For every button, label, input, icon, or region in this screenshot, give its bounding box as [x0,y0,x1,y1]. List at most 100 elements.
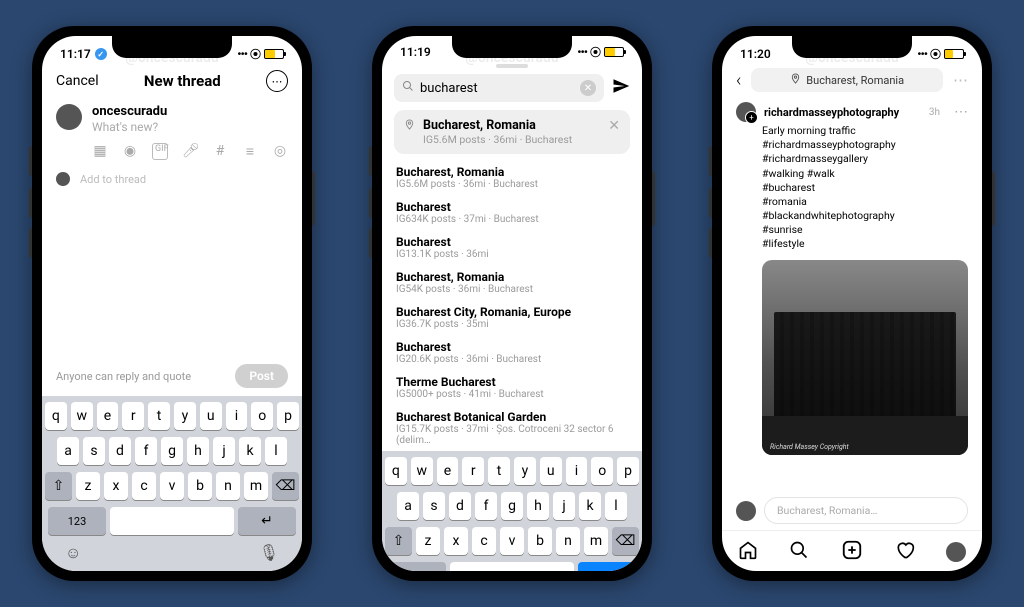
hashtag[interactable]: #lifestyle [762,237,968,251]
key-i[interactable]: i [226,402,248,430]
more-button[interactable]: ⋯ [953,71,968,89]
key-q[interactable]: q [45,402,67,430]
tab-search[interactable] [789,540,809,564]
key-u[interactable]: u [200,402,222,430]
hashtag[interactable]: #romania [762,195,968,209]
key-p[interactable]: p [617,457,639,485]
search-result[interactable]: Bucharest, RomaniaIG5.6M posts · 36mi · … [396,160,628,195]
emoji-button[interactable]: ☺ [65,543,81,563]
search-result[interactable]: Therme BucharestIG5000+ posts · 41mi · B… [396,370,628,405]
hashtag[interactable]: #richardmasseyphotography [762,138,968,152]
hashtag[interactable]: #bucharest [762,181,968,195]
key-s[interactable]: s [83,437,105,465]
comment-input[interactable]: Bucharest, Romania… [764,497,968,524]
cancel-button[interactable]: Cancel [56,73,99,89]
key-j[interactable]: j [553,492,575,520]
mic-icon[interactable]: 🎤︎ [182,143,198,160]
keyboard-space[interactable] [450,562,574,571]
camera-icon[interactable]: ◉ [122,143,138,160]
key-p[interactable]: p [277,402,299,430]
clear-search-button[interactable]: ✕ [580,80,596,96]
search-input[interactable]: bucharest ✕ [394,74,604,102]
key-n[interactable]: n [216,472,240,500]
key-n[interactable]: n [556,527,580,555]
poll-icon[interactable]: ≡ [242,143,258,160]
key-y[interactable]: y [514,457,536,485]
key-v[interactable]: v [160,472,184,500]
keyboard-space[interactable] [110,507,234,535]
key-k[interactable]: k [239,437,261,465]
key-x[interactable]: x [444,527,468,555]
hashtag[interactable]: #walking #walk [762,167,968,181]
key-x[interactable]: x [104,472,128,500]
key-w[interactable]: w [71,402,93,430]
hashtag[interactable]: #sunrise [762,223,968,237]
shift-key[interactable]: ⇧ [385,527,412,555]
search-result[interactable]: BucharestIG20.6K posts · 36mi · Buchares… [396,335,628,370]
post-more-button[interactable]: ⋯ [954,104,968,120]
key-h[interactable]: h [187,437,209,465]
key-d[interactable]: d [109,437,131,465]
key-g[interactable]: g [501,492,523,520]
search-result[interactable]: Bucharest Botanical GardenIG15.7K posts … [396,405,628,451]
backspace-key[interactable]: ⌫ [612,527,639,555]
keyboard-numeric[interactable]: 123 [388,562,446,571]
post-username[interactable]: richardmasseyphotography [764,106,899,119]
top-suggestion[interactable]: Bucharest, Romania IG5.6M posts · 36mi ·… [394,110,630,154]
key-r[interactable]: r [462,457,484,485]
key-h[interactable]: h [527,492,549,520]
image-icon[interactable]: ▦ [92,143,108,160]
key-v[interactable]: v [500,527,524,555]
comment-avatar[interactable] [736,501,756,521]
key-i[interactable]: i [566,457,588,485]
keyboard-numeric[interactable]: 123 [48,507,106,535]
drag-handle[interactable] [496,64,528,68]
tab-profile[interactable] [946,542,966,562]
dismiss-suggestion-button[interactable]: ✕ [608,118,620,134]
keyboard-return[interactable]: Căutare [578,562,636,571]
hashtag-icon[interactable]: # [212,143,228,160]
tab-home[interactable] [738,540,758,564]
location-pill[interactable]: Bucharest, Romania [751,68,943,92]
key-m[interactable]: m [584,527,608,555]
tab-activity[interactable] [895,540,915,564]
key-a[interactable]: a [57,437,79,465]
post-avatar[interactable] [736,102,756,122]
search-result[interactable]: Bucharest City, Romania, EuropeIG36.7K p… [396,300,628,335]
key-q[interactable]: q [385,457,407,485]
key-r[interactable]: r [122,402,144,430]
key-o[interactable]: o [591,457,613,485]
key-w[interactable]: w [411,457,433,485]
hashtag[interactable]: #blackandwhitephotography [762,209,968,223]
more-options-button[interactable]: ⋯ [266,70,288,92]
search-result[interactable]: BucharestIG13.1K posts · 36mi [396,230,628,265]
search-result[interactable]: BucharestIG634K posts · 37mi · Bucharest [396,195,628,230]
key-b[interactable]: b [528,527,552,555]
add-to-thread[interactable]: Add to thread [42,162,302,196]
key-f[interactable]: f [135,437,157,465]
shift-key[interactable]: ⇧ [45,472,72,500]
reply-settings[interactable]: Anyone can reply and quote [56,370,191,383]
key-f[interactable]: f [475,492,497,520]
composer-input[interactable]: What's new? [92,120,288,134]
back-button[interactable]: ‹ [736,70,741,91]
post-button[interactable]: Post [235,364,288,388]
tab-create[interactable] [841,539,863,565]
key-o[interactable]: o [251,402,273,430]
post-image[interactable]: Richard Massey Copyright [762,260,968,455]
key-b[interactable]: b [188,472,212,500]
key-l[interactable]: l [265,437,287,465]
dictation-button[interactable]: 🎙︎ [259,543,279,563]
backspace-key[interactable]: ⌫ [272,472,299,500]
key-l[interactable]: l [605,492,627,520]
key-u[interactable]: u [540,457,562,485]
key-m[interactable]: m [244,472,268,500]
send-icon[interactable] [612,77,630,99]
key-j[interactable]: j [213,437,235,465]
key-a[interactable]: a [397,492,419,520]
key-c[interactable]: c [472,527,496,555]
key-t[interactable]: t [488,457,510,485]
key-s[interactable]: s [423,492,445,520]
keyboard-return[interactable]: ↵ [238,507,296,535]
key-e[interactable]: e [97,402,119,430]
